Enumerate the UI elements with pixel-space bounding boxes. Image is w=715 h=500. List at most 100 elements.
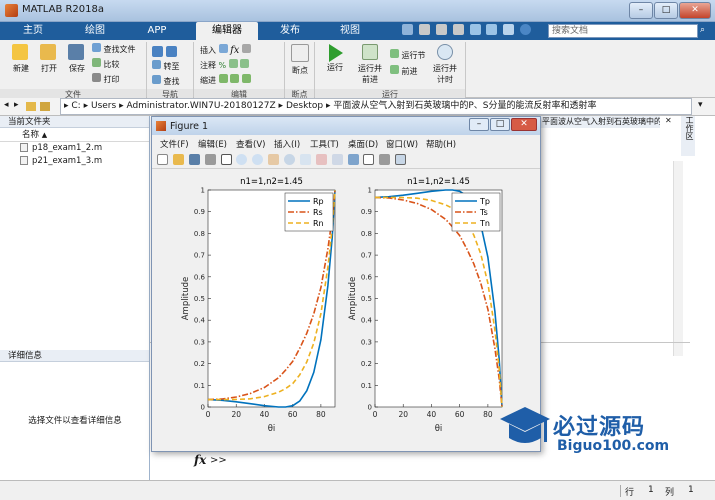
fx-icon[interactable]: fx [194, 453, 206, 467]
uncomment-icon[interactable] [228, 59, 238, 68]
save-figure-icon[interactable] [188, 154, 200, 165]
editor-scrollbar[interactable] [673, 161, 683, 356]
breakpoints-button[interactable]: 断点 [289, 44, 311, 76]
print-label: 打印 [103, 75, 120, 84]
colorbar-icon[interactable] [347, 154, 359, 165]
data-cursor-icon[interactable] [299, 154, 311, 165]
file-row[interactable]: p21_exam1_3.m [0, 155, 149, 168]
insert-button[interactable]: 插入 fx [200, 44, 251, 56]
compare-button[interactable]: 比较 [92, 58, 120, 70]
smart-indent-icon[interactable] [218, 74, 228, 83]
paste-quick-icon[interactable] [452, 24, 464, 35]
command-prompt[interactable]: >> [210, 455, 227, 466]
back-button[interactable] [152, 46, 177, 60]
tab-editor[interactable]: 编辑器 [196, 22, 258, 40]
tab-publish[interactable]: 发布 [265, 22, 315, 40]
figure-minimize-button[interactable]: – [469, 118, 489, 131]
menu-desktop[interactable]: 桌面(D) [348, 138, 378, 150]
breadcrumb-item[interactable]: Desktop [286, 101, 323, 111]
hide-plot-tools-icon[interactable] [379, 154, 391, 165]
editor-tab-close-icon[interactable]: ✕ [665, 116, 672, 125]
copy-quick-icon[interactable] [435, 24, 447, 35]
redo-quick-icon[interactable] [486, 24, 498, 35]
minimize-button[interactable]: – [629, 2, 653, 19]
advance-button[interactable]: 前进 [390, 65, 418, 77]
brush-icon[interactable] [315, 154, 327, 165]
run-advance-button[interactable]: 运行并 前进 [354, 44, 386, 85]
legend-icon[interactable] [363, 154, 375, 165]
percent-icon: % [218, 61, 227, 70]
zoom-out-icon[interactable] [252, 154, 264, 165]
cut-quick-icon[interactable] [418, 24, 430, 35]
close-button[interactable]: ✕ [679, 2, 711, 19]
editor-tab[interactable]: 平面波从空气入射到石英玻璃中的P、S分量的能流反射率和透射率... [540, 116, 660, 128]
file-row[interactable]: p18_exam1_2.m [0, 142, 149, 155]
breadcrumb-item[interactable]: Users [91, 101, 116, 111]
menu-file[interactable]: 文件(F) [160, 138, 189, 150]
menu-insert[interactable]: 插入(I) [274, 138, 300, 150]
open-file-icon[interactable] [172, 154, 184, 165]
figure-close-button[interactable]: ✕ [511, 118, 537, 131]
y-tick-label: 0.3 [194, 338, 205, 346]
search-icon[interactable]: ⌕ [700, 25, 705, 35]
help-quick-icon[interactable] [520, 24, 532, 35]
workspace-side-tab[interactable]: 工作区 [681, 116, 695, 156]
run-time-button[interactable]: 运行并 计时 [428, 44, 462, 85]
folder-up-icon[interactable] [26, 102, 36, 111]
name-column-header[interactable]: 名称 ▲ [0, 128, 149, 142]
open-button[interactable]: 打开 [36, 44, 62, 74]
comment-button[interactable]: 注释 % [200, 59, 250, 71]
link-icon[interactable] [331, 154, 343, 165]
figure-canvas[interactable]: 0 0.1 0.2 0.3 0.4 0.5 0.6 0.7 0.8 0.9 1 0 20 40 60 80 n1… [152, 170, 540, 451]
zoom-in-icon[interactable] [236, 154, 248, 165]
breadcrumb-sep: ▸ [278, 101, 286, 111]
show-plot-tools-icon[interactable] [395, 154, 407, 165]
pan-icon[interactable] [268, 154, 280, 165]
undo-quick-icon[interactable] [469, 24, 481, 35]
tab-apps[interactable]: APP [132, 22, 182, 40]
breadcrumb-item[interactable]: Administrator.WIN7U-20180127Z [126, 101, 275, 111]
menu-view[interactable]: 查看(V) [236, 138, 265, 150]
print-button[interactable]: 打印 [92, 73, 120, 85]
maximize-button[interactable]: □ [654, 2, 678, 19]
switch-windows-icon[interactable] [503, 24, 515, 35]
menu-edit[interactable]: 编辑(E) [198, 138, 227, 150]
goto-label: 转至 [163, 62, 180, 71]
indent-button[interactable]: 缩进 [200, 74, 251, 86]
back-icon[interactable]: ◂ [4, 100, 9, 110]
breadcrumb-item[interactable]: 平面波从空气入射到石英玻璃中的P、S分量的能流反射率和透射率 [333, 101, 596, 111]
decrease-indent-icon[interactable] [241, 74, 251, 83]
run-button[interactable]: 运行 [322, 44, 348, 73]
new-figure-icon[interactable] [157, 154, 168, 165]
breadcrumb-item[interactable]: C: [71, 101, 80, 111]
new-button[interactable]: 新建 [8, 44, 34, 74]
address-dropdown-icon[interactable]: ▾ [698, 100, 703, 110]
menu-tools[interactable]: 工具(T) [310, 138, 339, 150]
find-files-button[interactable]: 查找文件 [92, 43, 136, 55]
run-section-button[interactable]: 运行节 [390, 49, 426, 61]
save-button[interactable]: 保存 [64, 44, 90, 74]
function-icon[interactable]: fx [230, 45, 239, 56]
print-figure-icon[interactable] [204, 154, 216, 165]
menu-window[interactable]: 窗口(W) [386, 138, 418, 150]
wrap-icon[interactable] [240, 59, 250, 68]
goto-button[interactable]: 转至 [152, 60, 180, 72]
browse-folder-icon[interactable] [40, 102, 50, 111]
breadcrumb[interactable]: ▸ C: ▸ Users ▸ Administrator.WIN7U-20180… [60, 98, 692, 115]
rotate-icon[interactable] [284, 154, 295, 165]
edit-tool-icon[interactable] [241, 44, 251, 53]
tab-plots[interactable]: 绘图 [70, 22, 120, 40]
forward-icon[interactable]: ▸ [14, 100, 19, 110]
figure-maximize-button[interactable]: □ [490, 118, 510, 131]
menu-help[interactable]: 帮助(H) [426, 138, 456, 150]
y-tick-label: 0.2 [361, 360, 372, 368]
save-quick-icon[interactable] [402, 24, 413, 35]
tab-home[interactable]: 主页 [8, 22, 58, 40]
disk-icon [68, 44, 84, 60]
search-docs-input[interactable]: 搜索文档 [548, 24, 698, 38]
pointer-icon[interactable] [220, 154, 232, 165]
increase-indent-icon[interactable] [230, 74, 240, 83]
find-button[interactable]: 查找 [152, 75, 180, 87]
tab-view[interactable]: 视图 [325, 22, 375, 40]
legend-label: Tp [479, 197, 490, 206]
